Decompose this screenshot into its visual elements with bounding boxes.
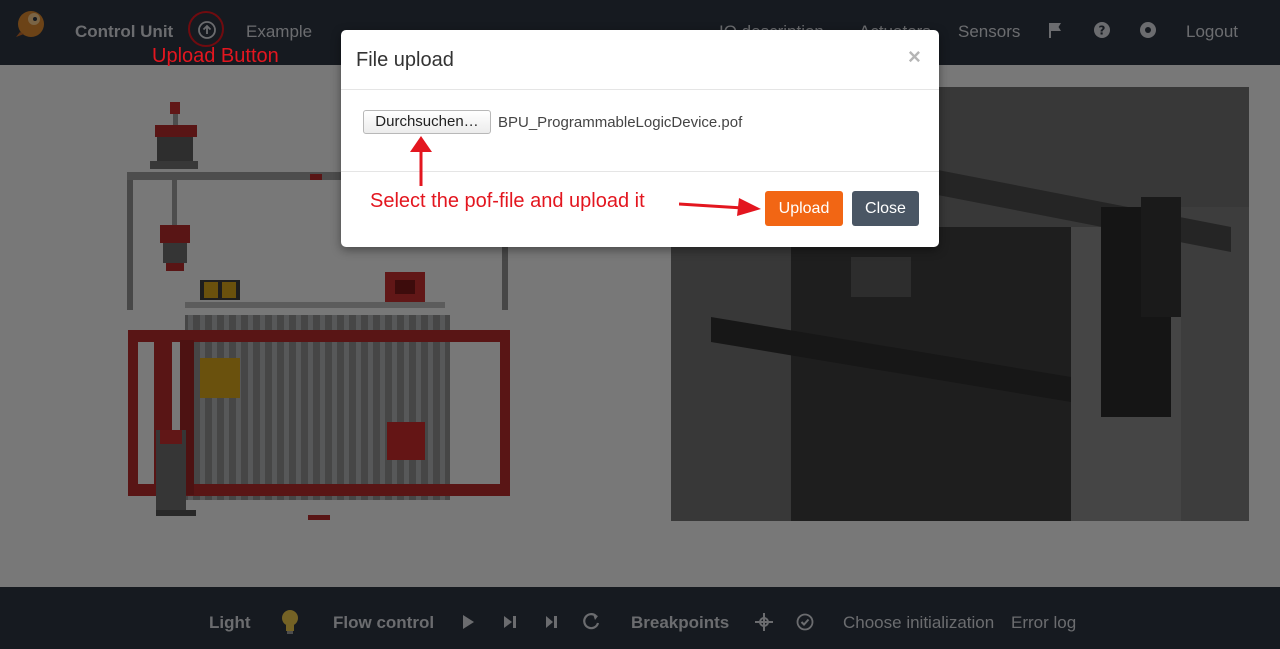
- browse-button[interactable]: Durchsuchen…: [363, 110, 491, 134]
- select-file-annotation: Select the pof-file and upload it: [370, 190, 645, 212]
- upload-button[interactable]: Upload: [765, 191, 843, 226]
- upload-button-annotation: Upload Button: [152, 45, 279, 67]
- selected-file-name: BPU_ProgrammableLogicDevice.pof: [498, 114, 743, 131]
- modal-header-divider: [341, 89, 939, 90]
- file-upload-modal: File upload × Durchsuchen… BPU_Programma…: [341, 30, 939, 247]
- arrow-right-icon: [679, 198, 761, 216]
- close-icon[interactable]: ×: [908, 44, 921, 70]
- close-button[interactable]: Close: [852, 191, 919, 226]
- modal-title: File upload: [356, 49, 454, 71]
- arrow-up-icon: [410, 136, 432, 186]
